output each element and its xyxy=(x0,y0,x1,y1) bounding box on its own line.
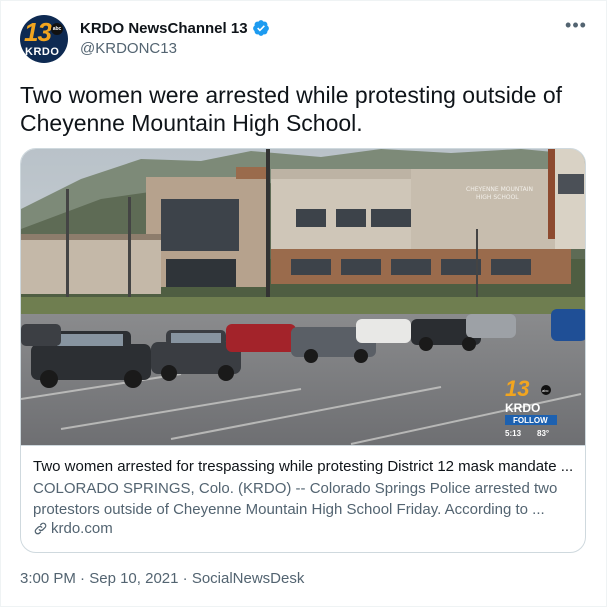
building-sign-line2: HIGH SCHOOL xyxy=(476,194,519,201)
tweet-meta: 3:00 PM · Sep 10, 2021 · SocialNewsDesk xyxy=(20,570,304,587)
bug-time: 5:13 xyxy=(505,429,522,438)
bug-number: 13 xyxy=(505,376,529,401)
card-description: COLORADO SPRINGS, Colo. (KRDO) -- Colora… xyxy=(33,480,558,518)
more-options-icon[interactable]: ••• xyxy=(563,15,589,41)
meta-separator-2: · xyxy=(178,570,192,587)
link-icon xyxy=(34,522,47,535)
tweet-text: Two women were arrested while protesting… xyxy=(20,82,563,136)
link-card[interactable]: CHEYENNE MOUNTAIN HIGH SCHOOL 13 abc KRD… xyxy=(20,148,586,553)
bug-temp: 83° xyxy=(537,429,549,438)
card-domain-text: krdo.com xyxy=(51,520,113,537)
tweet-time[interactable]: 3:00 PM xyxy=(20,570,76,587)
building-sign-line1: CHEYENNE MOUNTAIN xyxy=(466,186,533,193)
verified-badge-icon xyxy=(252,20,269,36)
avatar-number: 13 xyxy=(24,17,52,47)
card-title: Two women arrested for trespassing while… xyxy=(33,458,573,475)
tweet-source[interactable]: SocialNewsDesk xyxy=(192,570,305,587)
card-image[interactable]: CHEYENNE MOUNTAIN HIGH SCHOOL 13 abc KRD… xyxy=(21,149,586,445)
avatar[interactable]: 13 abc KRDO xyxy=(20,15,68,63)
avatar-brand: KRDO xyxy=(25,46,60,58)
bug-follow: FOLLOW xyxy=(513,416,548,425)
tweet-date[interactable]: Sep 10, 2021 xyxy=(89,570,178,587)
display-name[interactable]: KRDO NewsChannel 13 xyxy=(80,20,248,37)
card-body[interactable]: Two women arrested for trespassing while… xyxy=(21,445,585,552)
meta-separator-1: · xyxy=(75,570,90,587)
avatar-network: abc xyxy=(51,23,63,35)
bug-brand: KRDO xyxy=(505,401,540,415)
card-domain: krdo.com xyxy=(33,520,113,537)
name-row: KRDO NewsChannel 13 xyxy=(80,19,270,37)
handle[interactable]: @KRDONC13 xyxy=(80,40,177,57)
tweet: 13 abc KRDO KRDO NewsChannel 13 @KRDONC1… xyxy=(0,0,607,607)
bug-network: abc xyxy=(542,388,548,393)
